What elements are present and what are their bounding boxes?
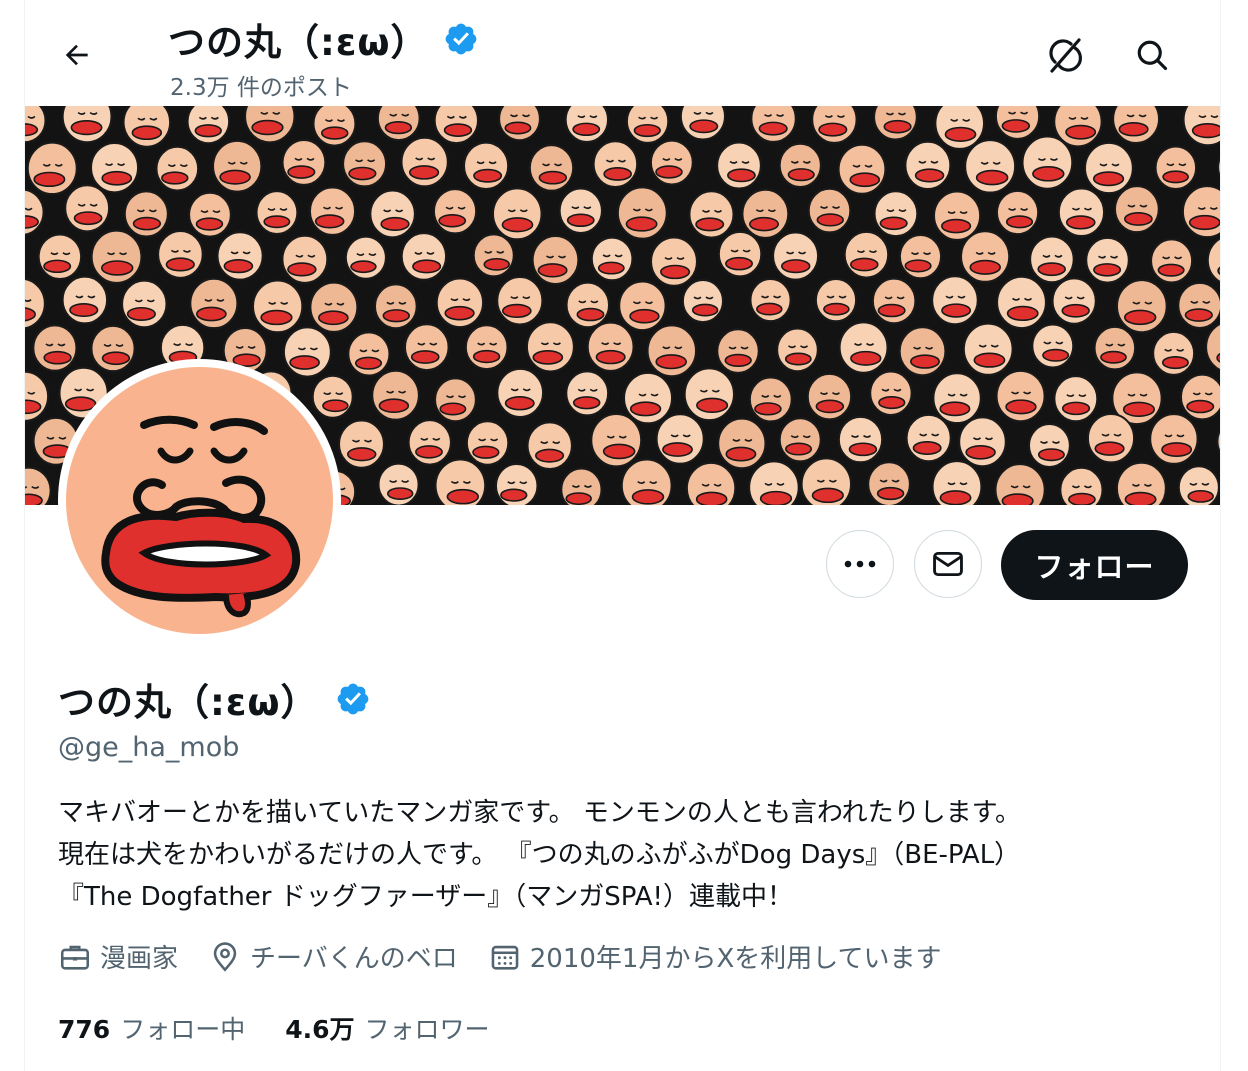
profile-name: つの丸（:εω） [58, 681, 319, 724]
more-button[interactable] [826, 530, 894, 598]
message-button[interactable] [914, 530, 982, 598]
avatar-image [66, 367, 333, 634]
bio-line: 現在は犬をかわいがるだけの人です。 『つの丸のふがふがDog Days』（BE-… [58, 840, 1021, 870]
profession-label: 漫画家 [100, 944, 179, 974]
followers-label: フォロワー [364, 1015, 490, 1044]
avatar-illustration [101, 415, 301, 618]
following-label: フォロー中 [120, 1015, 246, 1044]
followers-count: 4.6万 [285, 1015, 355, 1044]
following-link[interactable]: 776 フォロー中 [58, 1010, 245, 1046]
search-button[interactable] [1127, 30, 1177, 80]
profile-meta: 漫画家 チーバくんのベロ 2010年1月からXを利用しています [58, 938, 972, 975]
grok-button[interactable] [1040, 30, 1090, 80]
location-label: チーバくんのベロ [250, 944, 458, 974]
follow-button[interactable]: フォロー [1001, 530, 1188, 600]
joined-label: 2010年1月からXを利用しています [529, 944, 942, 974]
profile-stats: 776 フォロー中 4.6万 フォロワー [58, 1010, 530, 1046]
message-icon [933, 551, 963, 577]
verified-badge-icon[interactable] [335, 681, 371, 717]
profile-bio: マキバオーとかを描いていたマンガ家です。 モンモンの人とも言われたりします。 現… [58, 792, 1188, 918]
verified-badge-icon [445, 23, 476, 55]
profile-handle: @ge_ha_mob [58, 732, 240, 763]
followers-link[interactable]: 4.6万 フォロワー [285, 1010, 489, 1046]
location-pin-icon [213, 941, 237, 972]
search-icon [1137, 40, 1168, 71]
header-title: つの丸（:εω） [168, 12, 479, 66]
header-name: つの丸（:εω） [168, 21, 429, 64]
briefcase-icon [60, 945, 90, 970]
more-icon [844, 560, 876, 568]
joined-item: 2010年1月からXを利用しています [488, 938, 942, 975]
grok-icon [1049, 38, 1082, 73]
calendar-icon [491, 945, 519, 970]
back-button[interactable] [54, 32, 100, 78]
arrow-left-icon [65, 44, 88, 66]
bio-line: 『The Dogfather ドッグファーザー』（マンガSPA!）連載中！ [58, 882, 793, 912]
location-item: チーバくんのベロ [208, 938, 458, 975]
post-count: 2.3万 件のポスト [170, 75, 352, 101]
profession-item: 漫画家 [58, 938, 178, 975]
profile-name-row: つの丸（:εω） [58, 672, 371, 726]
following-count: 776 [58, 1015, 111, 1044]
bio-line: マキバオーとかを描いていたマンガ家です。 モンモンの人とも言われたりします。 [58, 798, 1021, 828]
avatar[interactable] [58, 359, 341, 642]
